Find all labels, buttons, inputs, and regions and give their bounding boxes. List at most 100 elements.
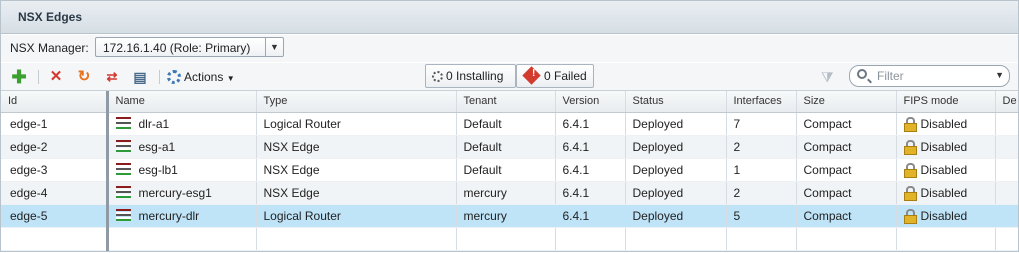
cell-status-text: Deployed (632, 116, 684, 131)
cell-tenant-text: Default (463, 139, 502, 154)
unlocked-padlock-icon (903, 208, 917, 224)
cell-fips-mode-text: Disabled (920, 185, 968, 200)
cell-name: esg-a1 (107, 135, 257, 159)
cell-status-text: Deployed (632, 185, 684, 200)
failed-status-button[interactable]: ! 0 Failed (516, 64, 594, 88)
cell-size: Compact (796, 181, 897, 205)
cell-name: dlr-a1 (107, 112, 257, 136)
delete-icon[interactable]: ✕ (47, 68, 65, 86)
cell-id-text: edge-2 (10, 139, 48, 154)
cell-size-text: Compact (803, 208, 852, 223)
cell-interfaces: 7 (726, 112, 797, 136)
cell-interfaces-text: 2 (733, 139, 741, 154)
cell-version-text: 6.4.1 (562, 162, 590, 177)
chevron-down-icon: ▼ (226, 74, 235, 83)
manager-dropdown[interactable]: 172.16.1.40 (Role: Primary) ▼ (95, 37, 284, 57)
column-header-status[interactable]: Status (625, 91, 727, 113)
cell-fips-mode: Disabled (896, 158, 996, 182)
column-header-type[interactable]: Type (256, 91, 457, 113)
empty-cell (896, 227, 996, 251)
cell-version: 6.4.1 (555, 204, 626, 228)
clear-filter-icon[interactable]: ⧩ (821, 69, 839, 85)
cell-status: Deployed (625, 181, 727, 205)
toolbar-divider (38, 70, 39, 84)
cell-interfaces-text: 1 (733, 162, 741, 177)
cell-interfaces: 2 (726, 135, 797, 159)
cell-size-text: Compact (803, 116, 852, 131)
column-header-interfaces[interactable]: Interfaces (726, 91, 797, 113)
gear-icon (167, 70, 181, 84)
cell-fips-mode: Disabled (896, 204, 996, 228)
column-header-size[interactable]: Size (796, 91, 897, 113)
redeploy-icon[interactable]: ⇄ (103, 68, 121, 86)
table-row[interactable]: edge-2 esg-a1 NSX Edge Default 6.4.1 Deployed… (1, 135, 1018, 159)
cell-type: NSX Edge (256, 181, 457, 205)
cell-size-text: Compact (803, 139, 852, 154)
installing-status-button[interactable]: 0 Installing (425, 64, 516, 88)
cell-status-text: Deployed (632, 139, 684, 154)
cell-tenant: Default (456, 135, 556, 159)
filter-box[interactable]: ▼ (849, 65, 1010, 87)
table-row[interactable]: edge-4 mercury-esg1 NSX Edge mercury 6.4.1 De… (1, 181, 1018, 205)
column-header-fips-mode[interactable]: FIPS mode (896, 91, 996, 113)
table-row[interactable]: edge-5 mercury-dlr Logical Router mercury 6.… (1, 204, 1018, 228)
manager-row: NSX Manager: 172.16.1.40 (Role: Primary)… (1, 35, 1018, 62)
cell-id: edge-2 (1, 135, 109, 159)
empty-row (1, 227, 1018, 251)
cell-version: 6.4.1 (555, 158, 626, 182)
column-header-version[interactable]: Version (555, 91, 626, 113)
cell-fips-mode: Disabled (896, 135, 996, 159)
column-header-tenant[interactable]: Tenant (456, 91, 556, 113)
table-row[interactable]: edge-3 esg-lb1 NSX Edge Default 6.4.1 Deploye… (1, 158, 1018, 182)
cell-tenant-text: mercury (463, 208, 507, 223)
installing-label: 0 Installing (446, 69, 504, 83)
cell-name-text: mercury-dlr (138, 209, 200, 223)
cell-size: Compact (796, 135, 897, 159)
cell-fips-mode: Disabled (896, 181, 996, 205)
cell-version: 6.4.1 (555, 181, 626, 205)
panel-title: NSX Edges (18, 10, 83, 24)
cell-fips-mode-text: Disabled (920, 162, 968, 177)
failed-label: 0 Failed (544, 69, 587, 83)
chevron-down-icon[interactable]: ▼ (995, 70, 1004, 80)
cell-type-text: NSX Edge (263, 185, 320, 200)
column-header-description[interactable]: De (995, 91, 1018, 113)
actions-menu-button[interactable]: Actions ▼ (167, 68, 235, 86)
column-header-name[interactable]: Name (107, 91, 257, 113)
cell-type: Logical Router (256, 204, 457, 228)
cell-name: mercury-esg1 (107, 181, 257, 205)
cell-name-text: esg-a1 (138, 140, 176, 154)
add-icon[interactable]: ✚ (10, 68, 28, 86)
cell-id-text: edge-5 (10, 208, 48, 223)
cell-description (995, 181, 1018, 205)
cell-tenant: mercury (456, 204, 556, 228)
edge-appliance-icon (115, 185, 131, 200)
cell-name-text: esg-lb1 (138, 163, 178, 177)
cell-type: NSX Edge (256, 158, 457, 182)
cell-size: Compact (796, 112, 897, 136)
manager-selected-value: 172.16.1.40 (Role: Primary) (103, 41, 251, 55)
cell-size-text: Compact (803, 185, 852, 200)
panel-header: NSX Edges (1, 1, 1018, 34)
empty-cell (107, 227, 257, 251)
filter-input[interactable] (875, 68, 985, 84)
chevron-down-icon[interactable]: ▼ (265, 38, 283, 56)
cell-interfaces: 1 (726, 158, 797, 182)
cell-description (995, 158, 1018, 182)
empty-cell (1, 227, 109, 251)
cell-interfaces: 5 (726, 204, 797, 228)
cell-type-text: NSX Edge (263, 162, 320, 177)
column-header-id[interactable]: Id (1, 91, 109, 113)
empty-cell (726, 227, 797, 251)
cell-type-text: NSX Edge (263, 139, 320, 154)
nsx-edges-panel: NSX Edges NSX Manager: 172.16.1.40 (Role… (0, 0, 1019, 252)
edge-appliance-icon (115, 208, 131, 223)
cell-name-text: mercury-esg1 (138, 186, 212, 200)
edge-appliance-icon (115, 139, 131, 154)
cell-fips-mode-text: Disabled (920, 139, 968, 154)
empty-cell (995, 227, 1018, 251)
cell-tenant: Default (456, 158, 556, 182)
table-row[interactable]: edge-1 dlr-a1 Logical Router Default 6.4.1 De… (1, 112, 1018, 136)
refresh-icon[interactable]: ↻ (75, 68, 93, 86)
edit-icon[interactable]: ▤ (131, 68, 149, 86)
